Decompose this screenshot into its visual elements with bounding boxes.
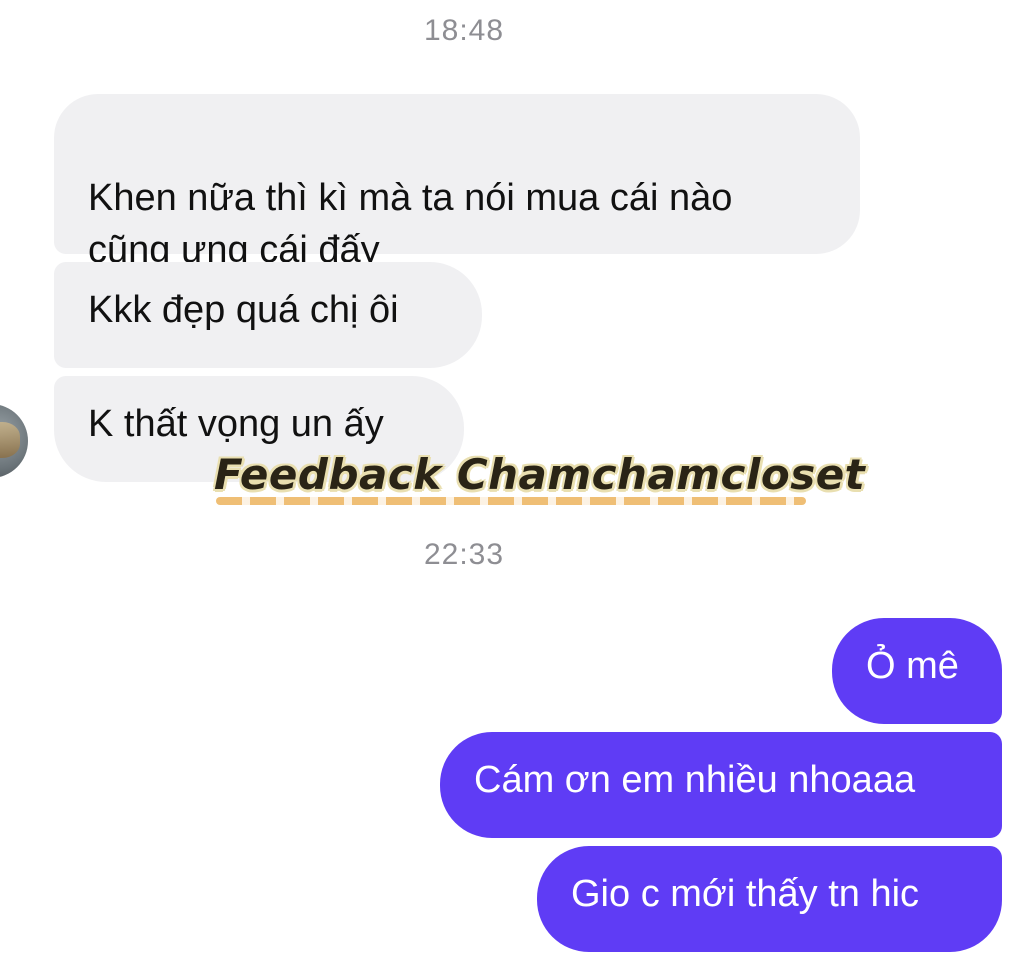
watermark: Feedback Chamchamcloset (214, 450, 866, 499)
message-text: Cám ơn em nhiều nhoaaa (474, 759, 916, 801)
outgoing-message-bubble[interactable]: Cám ơn em nhiều nhoaaa (440, 732, 1002, 838)
outgoing-message-bubble[interactable]: Gio c mới thấy tn hic (537, 846, 1002, 952)
timestamp: 22:33 (423, 538, 505, 571)
message-text: Ỏ mê (866, 645, 959, 687)
message-text: Gio c mới thấy tn hic (571, 873, 920, 915)
incoming-message-bubble[interactable]: Khen nữa thì kì mà ta nói mua cái nào cũ… (54, 94, 860, 271)
avatar-image (0, 422, 20, 458)
outgoing-message-bubble[interactable]: Ỏ mê (832, 618, 1002, 724)
message-text: Kkk đẹp quá chị ôi (88, 289, 399, 331)
message-text: Khen nữa thì kì mà ta nói mua cái nào cũ… (88, 177, 733, 271)
timestamp: 18:48 (423, 14, 505, 47)
incoming-message-bubble[interactable]: Kkk đẹp quá chị ôi (54, 262, 482, 368)
avatar[interactable] (0, 404, 28, 478)
message-text: K thất vọng un ấy (88, 403, 384, 445)
